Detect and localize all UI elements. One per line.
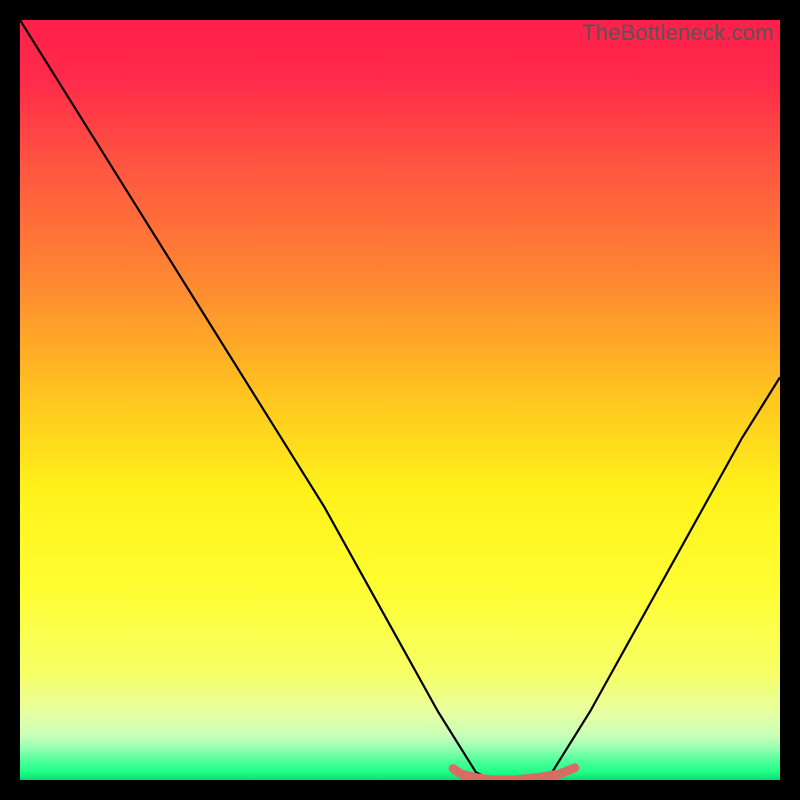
chart-frame: TheBottleneck.com [20, 20, 780, 780]
gradient-background [20, 20, 780, 780]
bottleneck-chart [20, 20, 780, 780]
watermark-text: TheBottleneck.com [582, 20, 774, 46]
